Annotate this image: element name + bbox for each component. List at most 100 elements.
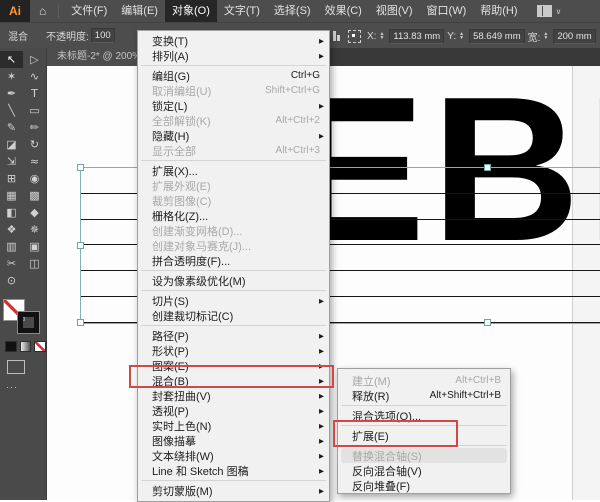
menu-item-label: 创建渐变网格(D)... — [152, 223, 320, 239]
stroke-swatch[interactable] — [18, 312, 39, 333]
rotate-tool[interactable]: ↻ — [23, 136, 46, 153]
menubar-item[interactable]: 帮助(H) — [473, 0, 524, 22]
opacity-input[interactable]: 100 — [91, 28, 115, 43]
menu-item[interactable]: 取消编组(U)Shift+Ctrl+G — [138, 83, 329, 98]
menubar-item[interactable]: 窗口(W) — [420, 0, 474, 22]
menu-item[interactable]: 图像描摹▶ — [138, 433, 329, 448]
slice-tool[interactable]: ✂ — [0, 255, 23, 272]
home-icon[interactable]: ⌂ — [39, 4, 46, 18]
menubar-item[interactable]: 选择(S) — [267, 0, 318, 22]
eyedropper-tool[interactable]: ◆ — [23, 204, 46, 221]
anchor-point[interactable] — [77, 242, 84, 249]
gradient-tool[interactable]: ◧ — [0, 204, 23, 221]
menu-separator — [141, 325, 326, 326]
menu-item[interactable]: 全部解锁(K)Alt+Ctrl+2 — [138, 113, 329, 128]
pencil-tool[interactable]: ✏ — [23, 119, 46, 136]
free-transform-tool[interactable]: ⊞ — [0, 170, 23, 187]
gradient-button[interactable] — [20, 341, 32, 352]
menu-item[interactable]: 显示全部Alt+Ctrl+3 — [138, 143, 329, 158]
x-stepper[interactable]: ▲▼ — [379, 32, 384, 40]
menu-item[interactable]: 设为像素级优化(M) — [138, 273, 329, 288]
divider — [58, 5, 59, 18]
menubar-item[interactable]: 视图(V) — [369, 0, 420, 22]
perspective-grid-tool[interactable]: ▦ — [0, 187, 23, 204]
menu-item[interactable]: 裁剪图像(C) — [138, 193, 329, 208]
rectangle-tool[interactable]: ▭ — [23, 102, 46, 119]
menu-item[interactable]: 实时上色(N)▶ — [138, 418, 329, 433]
mesh-tool[interactable]: ▩ — [23, 187, 46, 204]
menu-item[interactable]: 创建渐变网格(D)... — [138, 223, 329, 238]
drawing-mode-button[interactable] — [7, 360, 25, 374]
y-input[interactable]: 58.649 mm — [469, 29, 525, 44]
anchor-point[interactable] — [484, 319, 491, 326]
submenu-arrow-icon: ▶ — [319, 452, 324, 460]
magic-wand-tool[interactable]: ✶ — [0, 68, 23, 85]
menu-item[interactable]: 剪切蒙版(M)▶ — [138, 483, 329, 498]
menu-item-label: 锁定(L) — [152, 98, 320, 114]
menu-item[interactable]: 切片(S)▶ — [138, 293, 329, 308]
x-label: X: — [367, 31, 376, 42]
menu-item[interactable]: 路径(P)▶ — [138, 328, 329, 343]
illustrator-logo[interactable]: Ai — [0, 0, 30, 22]
width-stepper[interactable]: ▲▼ — [543, 32, 548, 40]
menu-item[interactable]: 创建裁切标记(C) — [138, 308, 329, 323]
workspace-switcher[interactable]: ∨ — [537, 5, 562, 17]
menu-item-shortcut: Alt+Ctrl+3 — [276, 145, 320, 156]
menubar-item[interactable]: 文字(T) — [217, 0, 267, 22]
selection-tool[interactable]: ↖ — [0, 51, 23, 68]
menu-item[interactable]: 锁定(L)▶ — [138, 98, 329, 113]
zoom-tool[interactable]: ⊙ — [0, 272, 23, 289]
pen-tool[interactable]: ✒ — [0, 85, 23, 102]
reference-point-icon[interactable] — [348, 30, 361, 43]
menu-item[interactable]: 建立(M)Alt+Ctrl+B — [338, 373, 510, 388]
width-input[interactable]: 200 mm — [553, 29, 595, 44]
menubar-item[interactable]: 文件(F) — [64, 0, 114, 22]
menu-item-label: 设为像素级优化(M) — [152, 273, 320, 289]
lasso-tool[interactable]: ∿ — [23, 68, 46, 85]
menu-item[interactable]: 扩展外观(E) — [138, 178, 329, 193]
menu-item[interactable]: 扩展(X)... — [138, 163, 329, 178]
none-button[interactable] — [34, 341, 46, 352]
blend-tool[interactable]: ❖ — [0, 221, 23, 238]
menu-item[interactable]: 反向混合轴(V) — [338, 463, 510, 478]
artboard-tool[interactable]: ▣ — [23, 238, 46, 255]
menu-item[interactable]: 编组(G)Ctrl+G — [138, 68, 329, 83]
anchor-point[interactable] — [77, 319, 84, 326]
symbol-sprayer-tool[interactable]: ✵ — [23, 221, 46, 238]
color-button[interactable] — [5, 341, 17, 352]
x-input[interactable]: 113.83 mm — [389, 29, 444, 44]
menu-item[interactable]: 排列(A)▶ — [138, 48, 329, 63]
more-tools-icon[interactable]: ··· — [6, 382, 46, 392]
type-tool[interactable]: T — [23, 85, 46, 102]
paintbrush-tool[interactable]: ✎ — [0, 119, 23, 136]
menu-item[interactable]: Line 和 Sketch 图稿▶ — [138, 463, 329, 478]
menu-item[interactable]: 替换混合轴(S) — [341, 448, 507, 463]
menu-item[interactable]: 创建对象马赛克(J)... — [138, 238, 329, 253]
direct-selection-tool[interactable]: ▷ — [23, 51, 46, 68]
menu-item[interactable]: 释放(R)Alt+Shift+Ctrl+B — [338, 388, 510, 403]
width-tool[interactable]: ≈ — [23, 153, 46, 170]
menu-item[interactable]: 封套扭曲(V)▶ — [138, 388, 329, 403]
anchor-point[interactable] — [484, 164, 491, 171]
menubar-item[interactable]: 对象(O) — [165, 0, 217, 22]
menu-item[interactable]: 隐藏(H)▶ — [138, 128, 329, 143]
menu-item[interactable]: 形状(P)▶ — [138, 343, 329, 358]
menu-item[interactable]: 透视(P)▶ — [138, 403, 329, 418]
hand-tool[interactable]: ◫ — [23, 255, 46, 272]
eraser-tool[interactable]: ◪ — [0, 136, 23, 153]
anchor-point[interactable] — [77, 164, 84, 171]
shape-builder-tool[interactable]: ◉ — [23, 170, 46, 187]
align-icon[interactable] — [333, 31, 340, 41]
y-stepper[interactable]: ▲▼ — [459, 32, 464, 40]
menu-item[interactable]: 拼合透明度(F)... — [138, 253, 329, 268]
menu-item[interactable]: 反向堆叠(F) — [338, 478, 510, 493]
menubar-item[interactable]: 效果(C) — [318, 0, 369, 22]
document-tab[interactable]: 未标题-2* @ 200% — [47, 48, 151, 66]
scale-tool[interactable]: ⇲ — [0, 153, 23, 170]
menu-item[interactable]: 栅格化(Z)... — [138, 208, 329, 223]
menu-item[interactable]: 文本绕排(W)▶ — [138, 448, 329, 463]
menubar-item[interactable]: 编辑(E) — [114, 0, 165, 22]
menu-item[interactable]: 变换(T)▶ — [138, 33, 329, 48]
line-segment-tool[interactable]: ╲ — [0, 102, 23, 119]
column-graph-tool[interactable]: ▥ — [0, 238, 23, 255]
